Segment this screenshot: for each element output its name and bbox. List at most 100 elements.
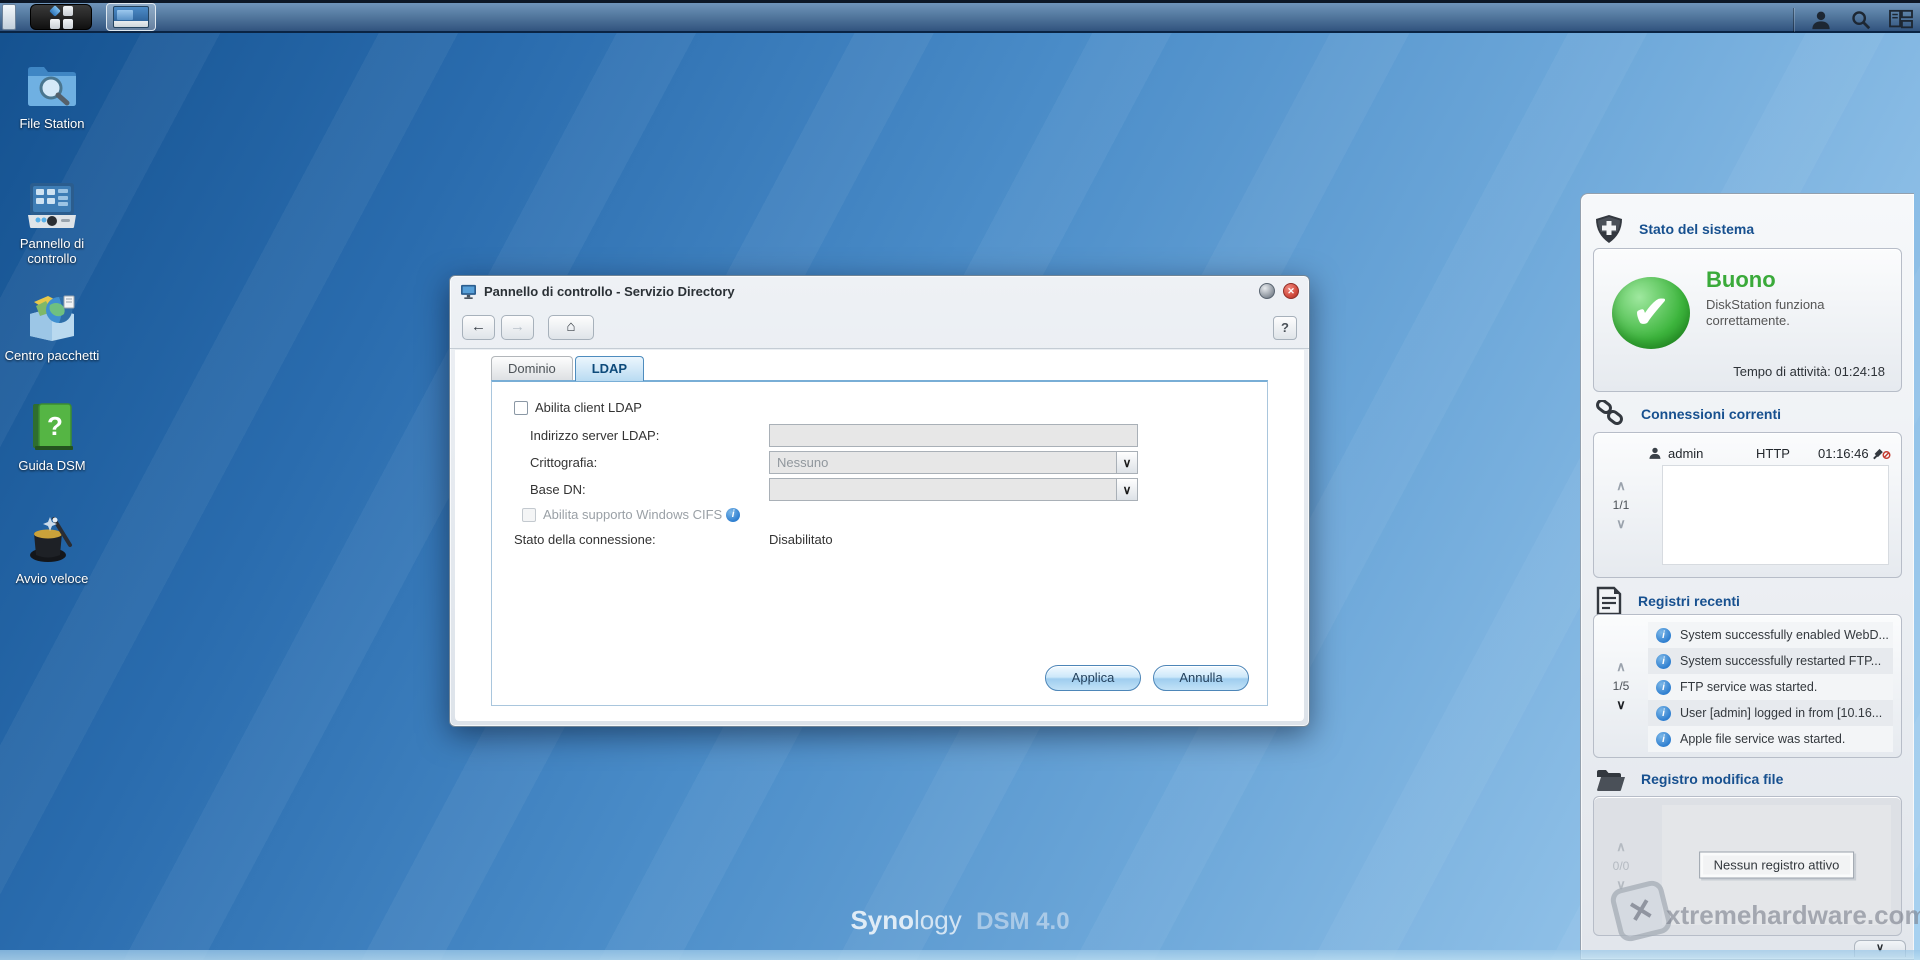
- user-icon: [1649, 447, 1661, 459]
- control-panel-dialog: Pannello di controllo - Servizio Directo…: [449, 275, 1310, 727]
- system-status-panel: ✔ Buono DiskStation funziona correttamen…: [1593, 248, 1902, 392]
- window-thumbnail-icon: [113, 6, 149, 28]
- log-row[interactable]: i System successfully enabled WebD...: [1648, 622, 1893, 648]
- page-up-icon[interactable]: ∧: [1616, 479, 1626, 492]
- connections-list: [1662, 465, 1889, 565]
- pilot-view-button[interactable]: [1888, 8, 1914, 32]
- connections-page-indicator: 1/1: [1612, 498, 1630, 512]
- desktop-icon-dsm-help[interactable]: ? Guida DSM: [2, 402, 102, 473]
- connection-status-value: Disabilitato: [769, 532, 833, 547]
- brand-logo-bold: Syno: [850, 905, 915, 935]
- tab-dominio[interactable]: Dominio: [491, 356, 573, 381]
- server-address-input[interactable]: [769, 424, 1138, 447]
- help-button[interactable]: ?: [1273, 316, 1297, 340]
- control-panel-icon: [26, 180, 78, 230]
- page-up-icon[interactable]: ∧: [1616, 840, 1626, 853]
- desktop-icon-control-panel[interactable]: Pannello di controllo: [2, 180, 102, 266]
- dialog-titlebar[interactable]: Pannello di controllo - Servizio Directo…: [450, 276, 1309, 306]
- chevron-down-icon[interactable]: ∨: [1116, 452, 1137, 473]
- connection-status-label: Stato della connessione:: [514, 532, 656, 547]
- forward-button[interactable]: →: [501, 314, 534, 340]
- user-icon: [1812, 11, 1830, 30]
- link-icon: [1596, 400, 1623, 426]
- enable-ldap-label: Abilita client LDAP: [535, 400, 642, 415]
- page-down-icon[interactable]: ∨: [1616, 698, 1626, 711]
- encryption-select[interactable]: Nessuno ∨: [769, 451, 1138, 474]
- watermark-text: xtremehardware.com: [1666, 900, 1920, 930]
- desktop-icon-label: File Station: [19, 116, 85, 131]
- desktop-icon-file-station[interactable]: File Station: [2, 60, 102, 131]
- connection-row: admin HTTP 01:16:46: [1648, 441, 1891, 465]
- connections-header: Connessioni correnti: [1595, 400, 1781, 428]
- encryption-value: Nessuno: [777, 455, 829, 470]
- apply-button[interactable]: Applica: [1045, 665, 1141, 691]
- watermark: ✕ xtremehardware.com: [1608, 878, 1920, 946]
- taskbar-window-button-control-panel[interactable]: [106, 3, 156, 31]
- log-list: i System successfully enabled WebD... i …: [1648, 622, 1893, 752]
- taskbar-divider: [1793, 8, 1794, 32]
- desktop-icon-label: Pannello di controllo: [19, 236, 85, 266]
- file-log-page-indicator: 0/0: [1612, 859, 1630, 873]
- log-text: Apple file service was started.: [1680, 732, 1846, 746]
- desktop-icon-package-center[interactable]: Centro pacchetti: [2, 292, 102, 363]
- info-icon: i: [1656, 705, 1671, 721]
- cifs-row: Abilita supporto Windows CIFS i: [522, 507, 741, 522]
- page-up-icon[interactable]: ∧: [1616, 660, 1626, 673]
- log-row[interactable]: i User [admin] logged in from [10.16...: [1648, 700, 1893, 726]
- desktop-icon-quick-start[interactable]: Avvio veloce: [2, 515, 102, 586]
- main-menu-button[interactable]: [30, 4, 92, 30]
- home-button[interactable]: ⌂: [548, 314, 594, 340]
- show-desktop-button[interactable]: [2, 4, 16, 30]
- user-menu-button[interactable]: [1808, 8, 1834, 32]
- desktop: File Station Pannello di controllo Centr…: [0, 0, 1920, 960]
- chevron-down-icon[interactable]: ∨: [1116, 479, 1137, 500]
- package-center-icon: [26, 292, 78, 342]
- cifs-checkbox[interactable]: [522, 507, 536, 522]
- dialog-body: Dominio LDAP Abilita client LDAP Indiriz…: [455, 350, 1304, 721]
- basedn-select[interactable]: ∨: [769, 478, 1138, 501]
- tab-ldap[interactable]: LDAP: [574, 356, 645, 381]
- cifs-label: Abilita supporto Windows CIFS: [543, 507, 723, 522]
- log-row[interactable]: i System successfully restarted FTP...: [1648, 648, 1893, 674]
- tab-bar: Dominio LDAP: [491, 356, 645, 381]
- dsm-help-icon: ?: [26, 402, 78, 452]
- file-log-title: Registro modifica file: [1641, 771, 1784, 787]
- search-button[interactable]: [1848, 8, 1874, 32]
- connection-time: 01:16:46: [1818, 445, 1869, 461]
- desktop-icon-label: Guida DSM: [18, 458, 86, 473]
- connections-pager: ∧ 1/1 ∨: [1594, 433, 1648, 577]
- connection-protocol: HTTP: [1756, 445, 1790, 461]
- page-down-icon[interactable]: ∨: [1616, 517, 1626, 530]
- log-row[interactable]: i Apple file service was started.: [1648, 726, 1893, 752]
- file-log-header: Registro modifica file: [1595, 766, 1783, 792]
- menu-square-icon: [62, 5, 73, 16]
- logs-header: Registri recenti: [1595, 586, 1740, 616]
- dialog-toolbar: ← → ⌂: [450, 306, 1309, 349]
- info-icon: i: [1656, 653, 1671, 669]
- info-icon[interactable]: i: [726, 507, 741, 522]
- log-row[interactable]: i FTP service was started.: [1648, 674, 1893, 700]
- logs-panel: ∧ 1/5 ∨ i System successfully enabled We…: [1593, 614, 1902, 758]
- main-menu-icon: [48, 4, 73, 29]
- status-text: Buono: [1706, 267, 1776, 292]
- connections-panel: ∧ 1/1 ∨ admin HTTP 01:16:46: [1593, 432, 1902, 578]
- uptime-text: Tempo di attività: 01:24:18: [1733, 364, 1885, 379]
- logs-page-indicator: 1/5: [1612, 679, 1630, 693]
- desktop-icon-label: Centro pacchetti: [4, 348, 100, 363]
- dialog-title-icon: [461, 284, 476, 299]
- cancel-button[interactable]: Annulla: [1153, 665, 1249, 691]
- search-icon: [1852, 11, 1871, 30]
- log-text: FTP service was started.: [1680, 680, 1818, 694]
- back-button[interactable]: ←: [462, 314, 495, 340]
- close-button[interactable]: ✕: [1283, 283, 1299, 299]
- open-folder-icon: [1597, 770, 1625, 791]
- svg-text:?: ?: [47, 411, 63, 441]
- logs-title: Registri recenti: [1638, 593, 1740, 609]
- enable-ldap-checkbox[interactable]: [514, 400, 528, 415]
- info-icon: i: [1656, 627, 1671, 643]
- menu-square-icon: [49, 18, 60, 29]
- minimize-button[interactable]: [1259, 283, 1275, 299]
- file-station-icon: [26, 60, 78, 110]
- disconnect-icon[interactable]: [1873, 446, 1891, 460]
- status-ok-icon: ✔: [1612, 277, 1690, 349]
